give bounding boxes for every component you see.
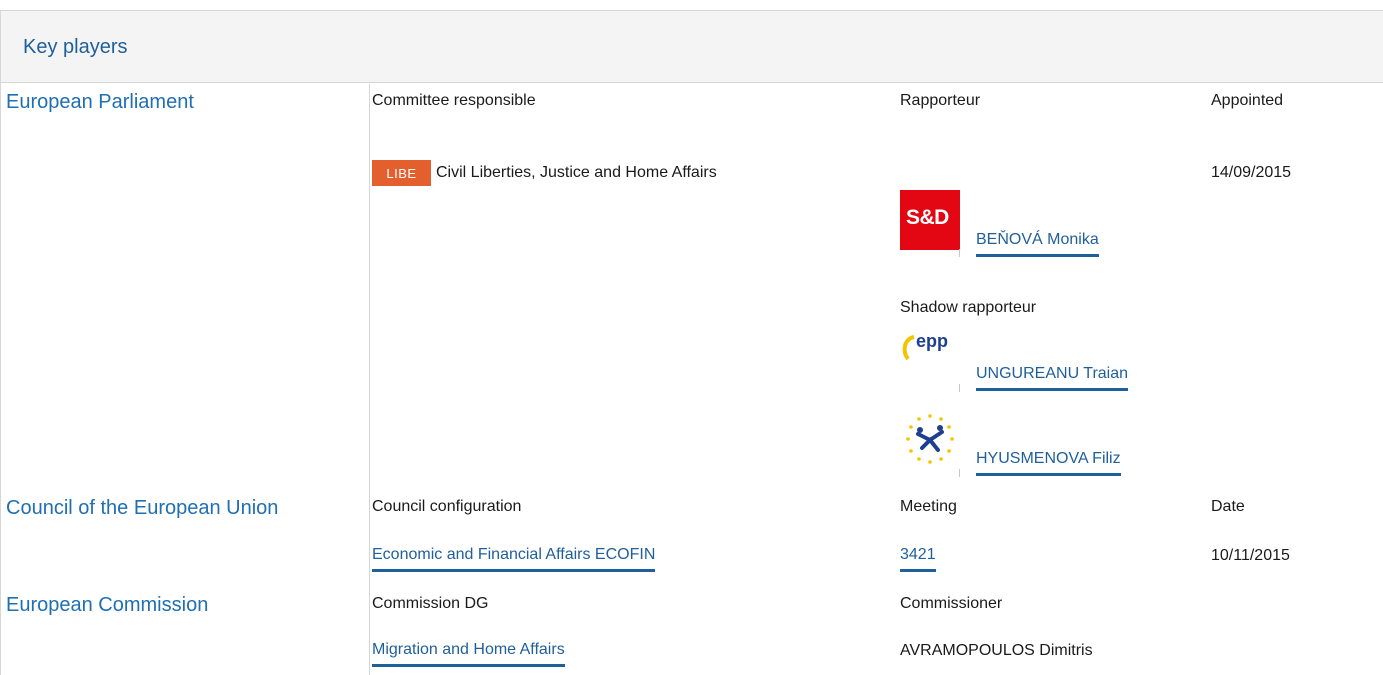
logo-tick (959, 384, 960, 392)
rapporteur-label: Rapporteur (900, 92, 981, 109)
commission-dg-link[interactable]: Migration and Home Affairs (372, 641, 565, 667)
committee-badge: LIBE (372, 160, 431, 186)
epp-party-logo: epp (900, 325, 960, 385)
date-label: Date (1211, 498, 1245, 515)
shadow-rapporteur-label: Shadow rapporteur (900, 299, 1037, 316)
key-players-header: Key players (1, 11, 1383, 83)
column-separator (369, 84, 370, 675)
meeting-link[interactable]: 3421 (900, 546, 936, 572)
appointed-date: 14/09/2015 (1211, 164, 1292, 181)
council-configuration-link[interactable]: Economic and Financial Affairs ECOFIN (372, 546, 656, 572)
committee-name: Civil Liberties, Justice and Home Affair… (436, 164, 717, 181)
epp-party-logo-text: epp (916, 331, 949, 351)
commissioner-name: AVRAMOPOULOS Dimitris (900, 642, 1093, 659)
shadow-rapporteur-link-1[interactable]: UNGUREANU Traian (976, 365, 1129, 391)
council-configuration-label: Council configuration (372, 498, 522, 515)
shadow-rapporteur-link-2[interactable]: HYUSMENOVA Filiz (976, 450, 1121, 476)
meeting-label: Meeting (900, 498, 957, 515)
sd-party-logo: S&D (900, 190, 960, 250)
alde-party-logo (900, 410, 960, 470)
header-title: Key players (23, 36, 128, 58)
section-title-commission: European Commission (6, 594, 209, 616)
logo-tick (959, 469, 960, 477)
rapporteur-link[interactable]: BEŇOVÁ Monika (976, 231, 1099, 257)
appointed-label: Appointed (1211, 92, 1284, 109)
commission-dg-label: Commission DG (372, 595, 489, 612)
council-date: 10/11/2015 (1211, 547, 1290, 564)
committee-responsible-label: Committee responsible (372, 92, 536, 109)
alde-stars-icon (906, 414, 954, 464)
section-title-european-parliament: European Parliament (6, 91, 194, 113)
commissioner-label: Commissioner (900, 595, 1003, 612)
key-players-panel (0, 10, 1383, 675)
logo-tick (959, 249, 960, 257)
sd-party-logo-text: S&D (906, 206, 949, 229)
section-title-council: Council of the European Union (6, 497, 279, 519)
